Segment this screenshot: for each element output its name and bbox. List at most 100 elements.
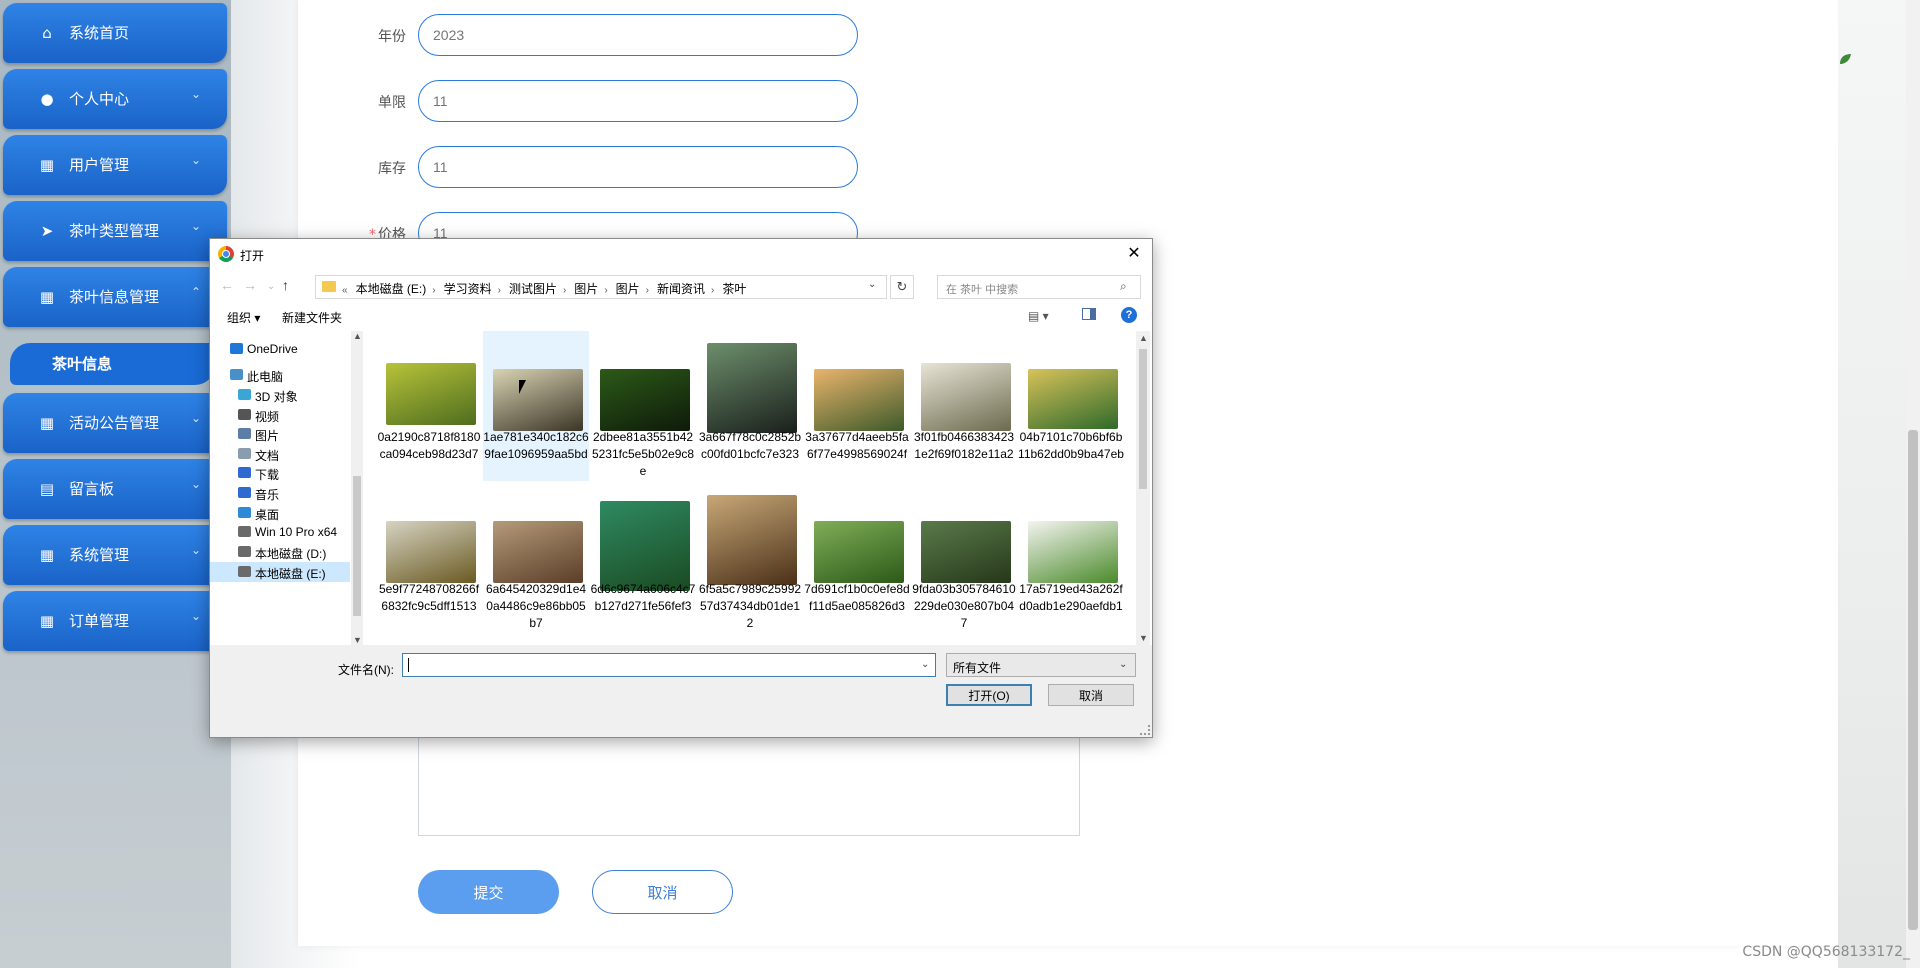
search-placeholder: 在 茶叶 中搜索	[946, 284, 1019, 296]
chevron-down-icon[interactable]: ⌄	[921, 659, 929, 670]
submit-button[interactable]: 提交	[418, 870, 559, 914]
image-thumbnail	[600, 369, 690, 431]
file-item[interactable]: 04b7101c70b6bf6b11b62dd0b9ba47eb	[1018, 331, 1124, 481]
preview-pane-icon[interactable]	[1082, 308, 1096, 320]
sidebar-item-2[interactable]: ▦ 用户管理 ⌄	[3, 135, 227, 195]
grid-icon: ▦	[39, 288, 55, 306]
filetype-select[interactable]: 所有文件 ⌄	[946, 653, 1136, 677]
file-open-dialog: 打开 ✕ ← → ⌄ ↑ « 本地磁盘 (E:) › 学习资料 › 测试图片 › 图片 › 图片 ›…	[209, 238, 1153, 738]
description-editor[interactable]	[418, 725, 1080, 836]
open-button[interactable]: 打开(O)	[946, 684, 1032, 706]
sidebar-item-7[interactable]: ▦ 系统管理 ⌄	[3, 525, 227, 585]
field-input[interactable]	[418, 80, 858, 122]
tree-item[interactable]: 文档	[210, 444, 350, 464]
search-input[interactable]: 在 茶叶 中搜索 ⌕	[937, 275, 1141, 299]
file-item[interactable]: 5e9f77248708266f6832fc9c5dff1513	[376, 483, 482, 633]
address-bar[interactable]: « 本地磁盘 (E:) › 学习资料 › 测试图片 › 图片 › 图片 › 新闻资讯 › 茶叶 ⌄	[315, 275, 887, 299]
refresh-icon[interactable]: ↻	[890, 275, 914, 299]
chevron-right-icon[interactable]: ›	[646, 285, 649, 296]
scroll-down-icon[interactable]: ▼	[1139, 633, 1148, 643]
breadcrumb-item[interactable]: 图片	[616, 282, 640, 296]
file-item[interactable]: 6f5a5c7989c2599257d37434db01de12	[697, 483, 803, 633]
tree-item[interactable]: 本地磁盘 (D:)	[210, 542, 350, 562]
dialog-titlebar[interactable]: 打开 ✕	[210, 239, 1152, 269]
breadcrumb-item[interactable]: 学习资料	[444, 282, 492, 296]
sidebar-subitem-tea-info[interactable]: 茶叶信息	[10, 343, 215, 385]
breadcrumb-item[interactable]: 茶叶	[722, 282, 746, 296]
sidebar-item-5[interactable]: ▦ 活动公告管理 ⌄	[3, 393, 227, 453]
file-name: 1ae781e340c182c69fae1096959aa5bd	[483, 430, 589, 461]
tree-scrollbar-thumb[interactable]	[353, 476, 361, 616]
dialog-cancel-button[interactable]: 取消	[1048, 684, 1134, 706]
sidebar-item-label: 用户管理	[69, 156, 130, 174]
sidebar-item-8[interactable]: ▦ 订单管理 ⌄	[3, 591, 227, 651]
breadcrumb-overflow-icon[interactable]: «	[342, 285, 348, 296]
field-label-text: 年份	[378, 29, 406, 45]
scroll-up-icon[interactable]: ▲	[1139, 333, 1148, 343]
image-thumbnail	[493, 369, 583, 431]
page-scrollbar[interactable]	[1906, 0, 1920, 968]
close-icon[interactable]: ✕	[1122, 243, 1146, 265]
sidebar-item-6[interactable]: ▤ 留言板 ⌄	[3, 459, 227, 519]
file-item[interactable]: 1ae781e340c182c69fae1096959aa5bd	[483, 331, 589, 481]
file-item[interactable]: 17a5719ed43a262fd0adb1e290aefdb1	[1018, 483, 1124, 633]
file-grid-scrollbar[interactable]: ▲ ▼	[1136, 331, 1150, 645]
forward-arrow-icon[interactable]: →	[243, 277, 257, 293]
chevron-right-icon[interactable]: ›	[563, 285, 566, 296]
mouse-cursor-icon	[519, 380, 526, 394]
breadcrumb-item[interactable]: 测试图片	[509, 282, 557, 296]
file-grid-scrollbar-thumb[interactable]	[1139, 349, 1147, 489]
view-options-icon[interactable]: ▤ ▾	[1028, 309, 1049, 323]
new-folder-button[interactable]: 新建文件夹	[282, 309, 342, 326]
help-icon[interactable]: ?	[1121, 307, 1137, 323]
tree-item[interactable]: 本地磁盘 (E:)	[210, 562, 350, 582]
field-input[interactable]	[418, 14, 858, 56]
filename-input[interactable]: ⌄	[402, 653, 936, 677]
scroll-up-icon[interactable]: ▲	[353, 331, 362, 341]
resize-grip-icon[interactable]	[1140, 725, 1150, 735]
sidebar-item-1[interactable]: ● 个人中心 ⌄	[3, 69, 227, 129]
tree-item[interactable]: OneDrive	[210, 339, 350, 359]
sidebar-item-4[interactable]: ▦ 茶叶信息管理 ⌃	[3, 267, 227, 327]
file-item[interactable]: 7d691cf1b0c0efe8df11d5ae085826d3	[804, 483, 910, 633]
tree-item[interactable]: 视频	[210, 405, 350, 425]
breadcrumb-item[interactable]: 图片	[574, 282, 598, 296]
chevron-right-icon[interactable]: ›	[711, 285, 714, 296]
tree-scrollbar[interactable]: ▲ ▼	[351, 331, 363, 645]
tree-item[interactable]: Win 10 Pro x64	[210, 522, 350, 542]
file-item[interactable]: 3f01fb04663834231e2f69f0182e11a2	[911, 331, 1017, 481]
chevron-right-icon[interactable]: ›	[498, 285, 501, 296]
tree-item[interactable]: 图片	[210, 424, 350, 444]
tree-item[interactable]: 音乐	[210, 483, 350, 503]
file-item[interactable]: 0a2190c8718f8180ca094ceb98d23d7	[376, 331, 482, 481]
up-arrow-icon[interactable]: ↑	[282, 277, 289, 293]
file-item[interactable]: 6a645420329d1e40a4486c9e86bb05b7	[483, 483, 589, 633]
file-item[interactable]: 2dbee81a3551b425231fc5e5b02e9c8e	[590, 331, 696, 481]
organize-menu[interactable]: 组织 ▾	[227, 309, 260, 326]
field-input[interactable]	[418, 146, 858, 188]
sidebar-item-3[interactable]: ➤ 茶叶类型管理 ⌄	[3, 201, 227, 261]
tree-item[interactable]: 此电脑	[210, 365, 350, 385]
navigation-tree: OneDrive 此电脑 3D 对象 视频 图片 文档 下载 音乐 桌面 Win 10 Pro x…	[210, 331, 350, 645]
breadcrumb-item[interactable]: 新闻资讯	[657, 282, 705, 296]
file-name: 04b7101c70b6bf6b11b62dd0b9ba47eb	[1018, 430, 1124, 461]
file-name: 7d691cf1b0c0efe8df11d5ae085826d3	[804, 582, 910, 613]
tree-item[interactable]: 桌面	[210, 503, 350, 523]
file-item[interactable]: 3a667f78c0c2852bc00fd01bcfc7e323	[697, 331, 803, 481]
file-item[interactable]: 6d6c9674a606c4c7b127d271fe56fef3	[590, 483, 696, 633]
cancel-button[interactable]: 取消	[592, 870, 733, 914]
chevron-right-icon[interactable]: ›	[604, 285, 607, 296]
chevron-down-icon[interactable]: ⌄	[868, 279, 876, 290]
file-item[interactable]: 9fda03b305784610229de030e807b047	[911, 483, 1017, 633]
breadcrumb-item[interactable]: 本地磁盘 (E:)	[356, 282, 427, 296]
scroll-down-icon[interactable]: ▼	[353, 635, 362, 645]
back-arrow-icon[interactable]: ←	[220, 277, 234, 293]
chevron-right-icon[interactable]: ›	[432, 285, 435, 296]
file-item[interactable]: 3a37677d4aeeb5fa6f77e4998569024f	[804, 331, 910, 481]
recent-chevron-icon[interactable]: ⌄	[267, 281, 275, 292]
tree-item[interactable]: 下载	[210, 463, 350, 483]
tree-item[interactable]: 3D 对象	[210, 385, 350, 405]
sidebar-item-label: 留言板	[69, 480, 115, 498]
page-scrollbar-thumb[interactable]	[1908, 430, 1918, 930]
sidebar-item-0[interactable]: ⌂ 系统首页	[3, 3, 227, 63]
